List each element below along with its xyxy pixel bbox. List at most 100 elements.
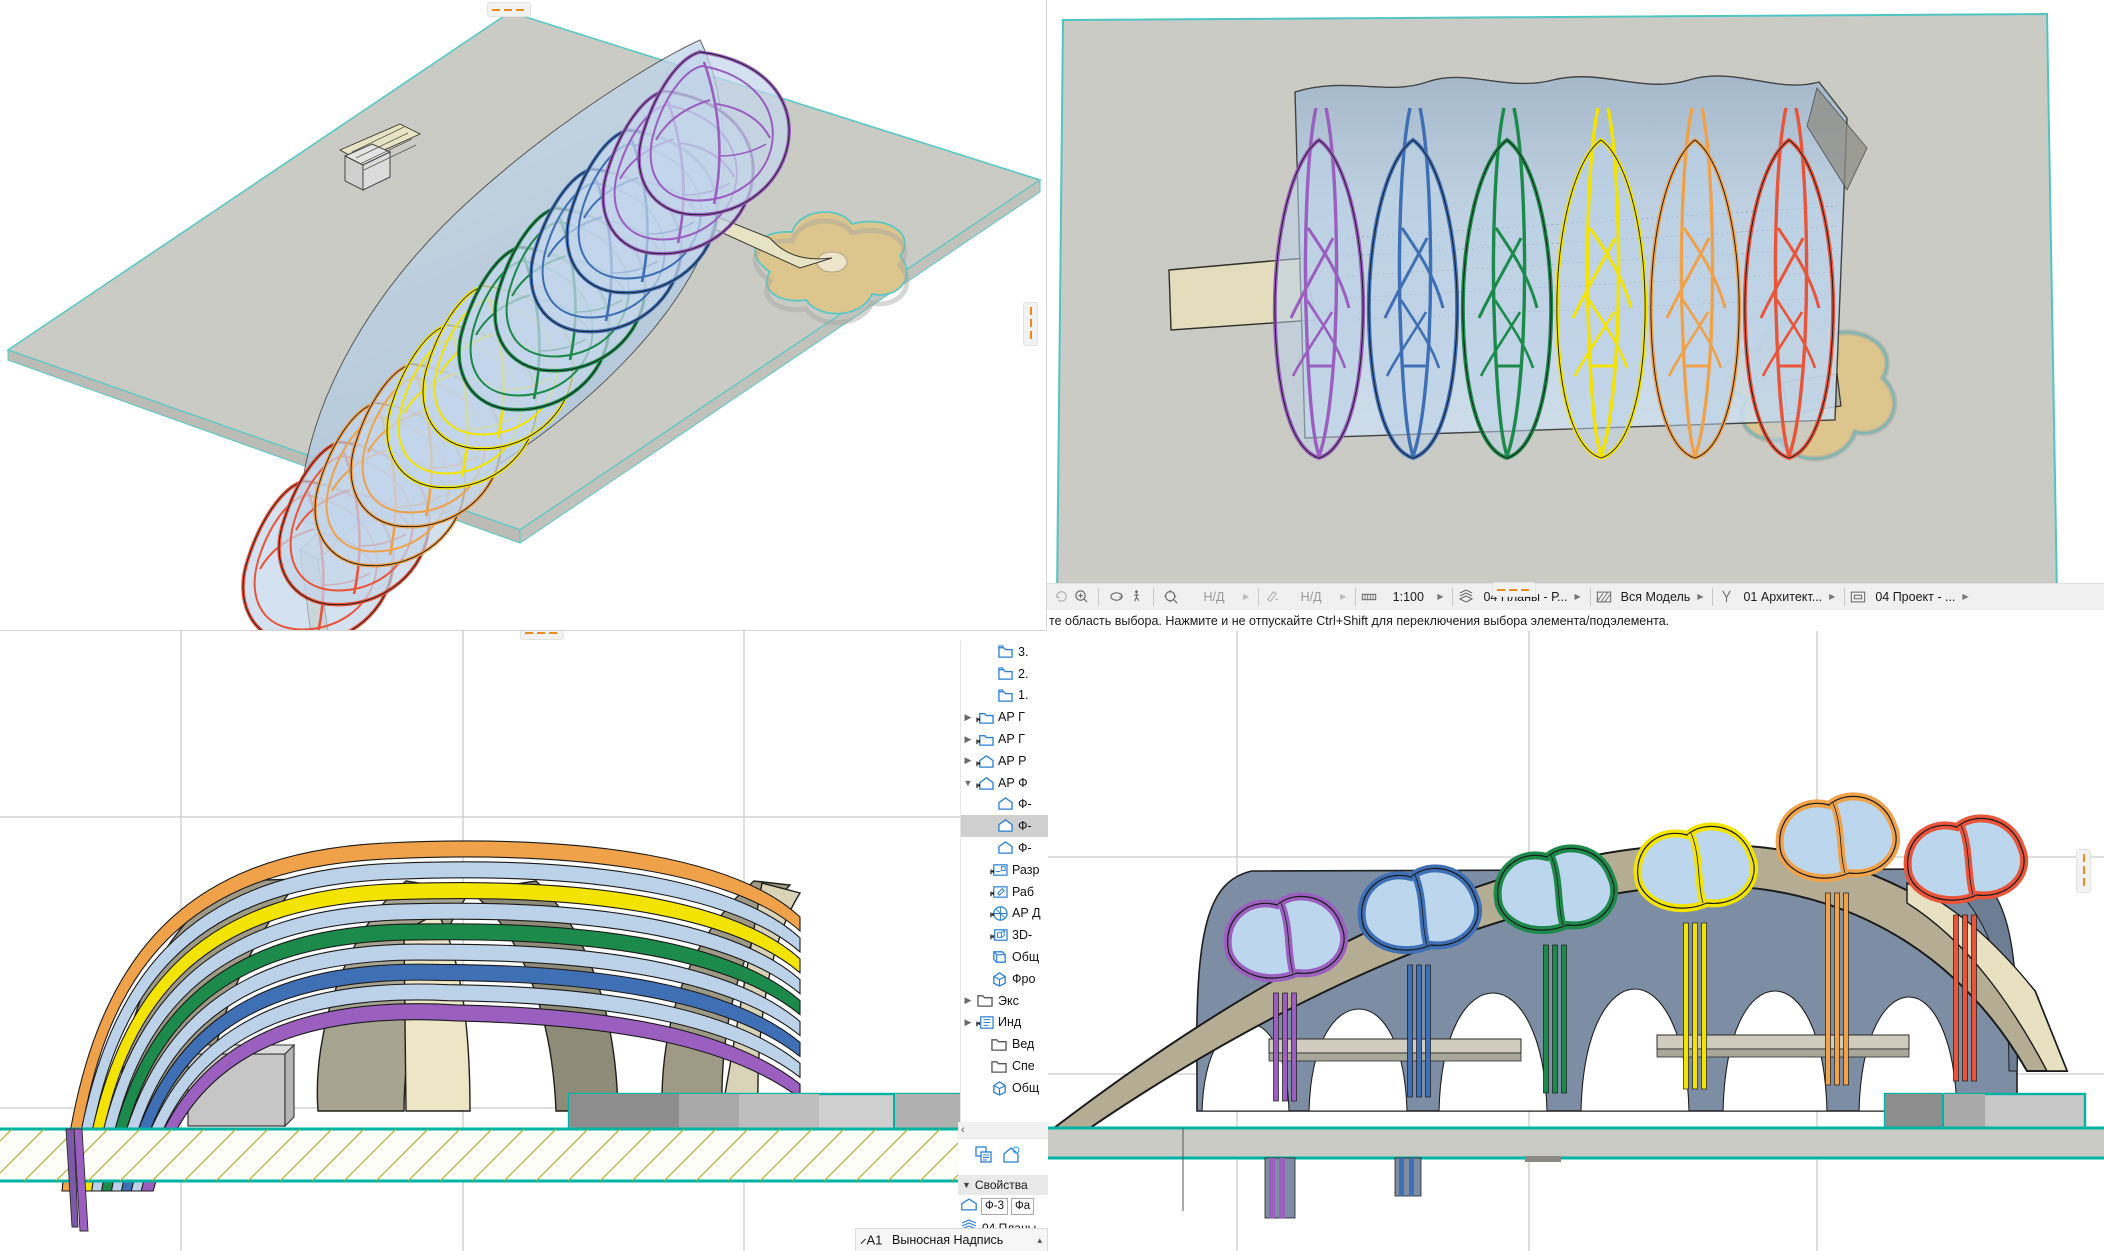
- plan-canvas[interactable]: Н/Д ▶ Н/Д ▶ 1:100 ▶ 04 Планы - Р...: [1047, 0, 2104, 631]
- chevron-right-icon[interactable]: ▶: [961, 755, 975, 766]
- viewport-3d-plan[interactable]: Н/Д ▶ Н/Д ▶ 1:100 ▶ 04 Планы - Р...: [1047, 0, 2104, 631]
- callout-icon: [989, 905, 1009, 922]
- navigation-wheel-icon[interactable]: [1161, 587, 1181, 607]
- discipline-arrow-icon[interactable]: ▶: [1829, 592, 1841, 601]
- view-scale-value[interactable]: 1:100: [1379, 590, 1437, 604]
- tree-item-floorplan-3[interactable]: 3.: [961, 641, 1048, 663]
- scale-arrow-icon[interactable]: ▶: [1437, 592, 1449, 601]
- elevation-canvas[interactable]: [1047, 631, 2104, 1251]
- pan-widget-bl-top[interactable]: [520, 631, 564, 640]
- type-selector-row[interactable]: Ф-3 Фа: [958, 1195, 1048, 1217]
- modify-tab-icon[interactable]: [974, 1145, 994, 1170]
- tree-item-floorplan-1[interactable]: 1.: [961, 685, 1048, 707]
- pan-widget-br-right[interactable]: [2076, 849, 2091, 893]
- viewport-3d-axonometric[interactable]: [0, 0, 1047, 631]
- tag-type-selector-bar[interactable]: A1 Выносная Надпись ▴: [855, 1228, 1048, 1251]
- visual-style-arrow-icon[interactable]: ▶: [1697, 592, 1709, 601]
- tree-item-group-ar-g1[interactable]: ▶ АР Г: [961, 706, 1048, 728]
- tree-item-front-view-node[interactable]: Фро: [961, 968, 1048, 990]
- type-value-field[interactable]: Ф-3: [981, 1197, 1008, 1215]
- chevron-right-icon[interactable]: ▶: [961, 995, 975, 1006]
- detail-level-arrow-icon[interactable]: ▶: [1574, 592, 1586, 601]
- discipline-icon[interactable]: [1716, 587, 1736, 607]
- design-option-arrow-icon[interactable]: ▶: [1243, 592, 1255, 601]
- pan-widget-right[interactable]: [1023, 302, 1038, 346]
- viewport-facade-section[interactable]: [0, 631, 1047, 1251]
- chevron-down-icon[interactable]: ▼: [962, 1180, 971, 1190]
- axonometric-canvas[interactable]: [0, 0, 1047, 631]
- folder-icon: [989, 1059, 1009, 1074]
- tree-item-group-ar-r[interactable]: ▶ АР Р: [961, 750, 1048, 772]
- floor-plan-icon: [995, 666, 1015, 681]
- chevron-right-icon[interactable]: ▶: [961, 1017, 975, 1028]
- tree-item-label: 1.: [1018, 688, 1029, 703]
- tree-item-working-views-node[interactable]: Раб: [961, 881, 1048, 903]
- worksharing-display-icon[interactable]: [1262, 587, 1282, 607]
- tree-item-group-ar-f[interactable]: ▼ АР Ф: [961, 772, 1048, 794]
- viewport-divider-horizontal: [0, 630, 1047, 631]
- folder-icon: [989, 1037, 1009, 1052]
- zoom-in-icon[interactable]: [1071, 587, 1091, 607]
- revit-status-bar[interactable]: Н/Д ▶ Н/Д ▶ 1:100 ▶ 04 Планы - Р...: [1047, 583, 2104, 609]
- walkthrough-icon[interactable]: [1126, 587, 1146, 607]
- tree-item-floorplan-2[interactable]: 2.: [961, 663, 1048, 685]
- tree-item-specifications-folder[interactable]: Спе: [961, 1055, 1048, 1077]
- navigation-icon-group[interactable]: [1047, 584, 1095, 609]
- tree-item-label: Ф-: [1018, 797, 1032, 812]
- collapse-left-icon[interactable]: ‹: [961, 1124, 965, 1136]
- tree-item-sections-node[interactable]: Разр: [961, 859, 1048, 881]
- design-option-value[interactable]: Н/Д: [1185, 590, 1243, 604]
- palette-collapse-bar[interactable]: ‹: [958, 1122, 1048, 1139]
- tree-item-explode-folder[interactable]: ▶ Экс: [961, 990, 1048, 1012]
- tree-item-index-folder[interactable]: ▶ Инд: [961, 1012, 1048, 1034]
- folder-icon: [975, 993, 995, 1008]
- pan-widget-bottom[interactable]: [1492, 582, 1536, 597]
- project-browser-tree[interactable]: 3. 2. 1. ▶ АР Г ▶ АР Г ▶ АР Р ▼ АР Ф Ф- Ф- Ф- Разр Раб А…: [960, 641, 1048, 1122]
- elevation-scene: [1047, 631, 2104, 1251]
- palette-icon-row[interactable]: [958, 1139, 1048, 1175]
- view-set-icon[interactable]: [1848, 587, 1868, 607]
- tree-item-general-view-node[interactable]: Общ: [961, 946, 1048, 968]
- visual-style-icon[interactable]: [1594, 587, 1614, 607]
- tree-item-label: Ф-: [1018, 841, 1032, 856]
- tree-item-facade-f3[interactable]: Ф-: [961, 837, 1048, 859]
- tree-item-facade-f2[interactable]: Ф-: [961, 815, 1048, 838]
- pan-widget-top[interactable]: [487, 2, 531, 17]
- ground-hatch-band: [0, 1127, 1047, 1183]
- elevation-icon: [960, 1197, 978, 1215]
- tree-item-label: Инд: [998, 1015, 1022, 1030]
- chevron-right-icon[interactable]: ▶: [961, 712, 975, 723]
- detail-level-icon[interactable]: [1456, 587, 1476, 607]
- view-set-value[interactable]: 04 Проект - ...: [1868, 590, 1962, 604]
- tree-item-label: 2.: [1018, 666, 1029, 681]
- discipline-value[interactable]: 01 Архитект...: [1736, 590, 1829, 604]
- chevron-right-icon[interactable]: ▶: [961, 734, 975, 745]
- chevron-down-icon[interactable]: ▼: [961, 778, 975, 788]
- status-hint-bar: те область выбора. Нажмите и не отпускай…: [1047, 609, 2104, 631]
- tree-item-facade-f1[interactable]: Ф-: [961, 794, 1048, 816]
- view-set-arrow-icon[interactable]: ▶: [1962, 592, 1974, 601]
- tree-item-label: Спе: [1012, 1059, 1035, 1074]
- visual-style-value[interactable]: Вся Модель: [1614, 590, 1698, 604]
- tree-item-threed-views-node[interactable]: 3D-: [961, 924, 1048, 946]
- worksharing-arrow-icon[interactable]: ▶: [1340, 592, 1352, 601]
- orbit-walk-group[interactable]: [1102, 584, 1150, 609]
- viewport-facade-elevation[interactable]: [1047, 631, 2104, 1251]
- tree-item-ar-d-node[interactable]: АР Д: [961, 903, 1048, 925]
- properties-header[interactable]: ▼ Свойства: [958, 1175, 1048, 1195]
- steering-wheel-group[interactable]: [1157, 584, 1185, 609]
- chevron-up-icon[interactable]: ▴: [1037, 1235, 1047, 1246]
- section-canvas[interactable]: [0, 631, 1047, 1251]
- tree-item-group-ar-g2[interactable]: ▶ АР Г: [961, 728, 1048, 750]
- redo-rotate-icon[interactable]: [1051, 587, 1071, 607]
- worksharing-display-value[interactable]: Н/Д: [1282, 590, 1340, 604]
- tree-item-schedules-folder[interactable]: Вед: [961, 1033, 1048, 1055]
- type-family-field[interactable]: Фа: [1010, 1197, 1035, 1215]
- tree-item-general-3d-node[interactable]: Общ: [961, 1077, 1048, 1099]
- place-component-icon[interactable]: [1001, 1145, 1021, 1170]
- orbit-icon[interactable]: [1106, 587, 1126, 607]
- selected-element-band: [567, 1092, 966, 1134]
- edit-part-icon[interactable]: [1359, 587, 1379, 607]
- tree-item-label: 3.: [1018, 644, 1029, 659]
- divider: [1844, 587, 1846, 606]
